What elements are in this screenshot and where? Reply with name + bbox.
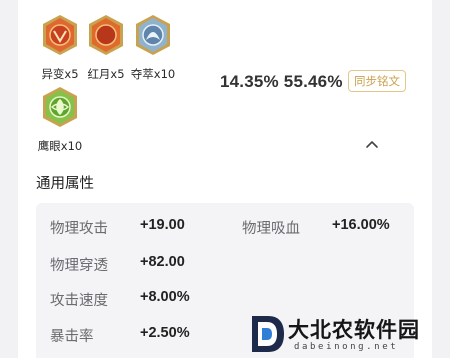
attribute-row: 物理攻击 +19.00 物理吸血 +16.00% [36,217,414,241]
watermark: 大北农软件园 dabeinong.net [248,312,450,358]
attribute-name: 物理穿透 [50,258,108,274]
sync-rune-button[interactable]: 同步铭文 [348,70,406,92]
attribute-name: 攻击速度 [50,293,108,309]
attribute-row: 攻击速度 +8.00% [36,289,414,313]
watermark-logo-icon [252,316,284,352]
attribute-name: 物理攻击 [50,221,108,237]
rune-yingyan-icon [43,87,77,127]
watermark-text: 大北农软件园 [288,318,420,342]
watermark-url: dabeinong.net [294,342,399,352]
rune-detail-card: 异变x5 红月x5 夺萃x10 鹰眼x10 14.35% 55.46% 同步铭文… [18,0,432,358]
attribute-value: +8.00% [140,289,190,305]
chevron-up-icon[interactable] [364,136,380,152]
attribute-name: 暴击率 [50,329,94,345]
percent-b: 55.46% [283,72,343,91]
rune-label: 鹰眼x10 [37,139,83,153]
rune-duocui-icon [136,15,170,55]
attribute-row: 物理穿透 +82.00 [36,254,414,278]
attribute-name: 物理吸血 [242,221,300,237]
percent-a: 14.35% [220,72,279,91]
rune-label: 夺萃x10 [130,67,176,81]
rune-summary-percent: 14.35% 55.46% [220,72,343,92]
section-title: 通用属性 [36,176,94,192]
rune-item[interactable]: 夺萃x10 [118,14,188,82]
attribute-value: +82.00 [140,254,185,270]
attribute-value: +16.00% [332,217,390,233]
attribute-value: +2.50% [140,325,190,341]
rune-item[interactable]: 鹰眼x10 [25,86,95,154]
attribute-value: +19.00 [140,217,185,233]
